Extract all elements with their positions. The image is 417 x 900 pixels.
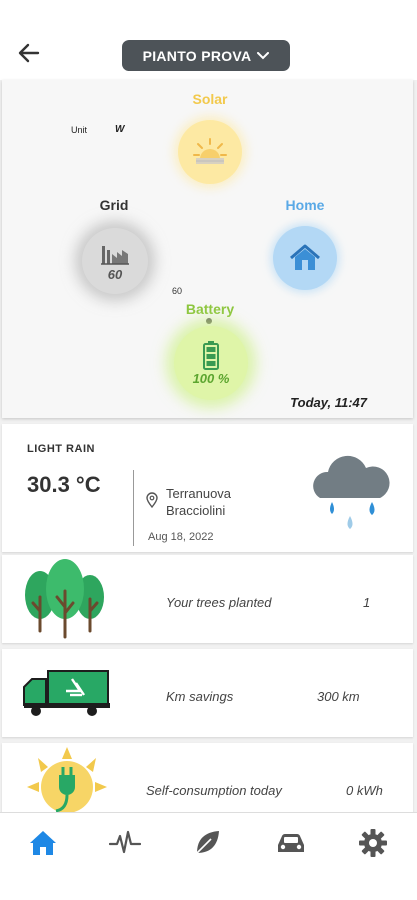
weather-card: LIGHT RAIN 30.3 °C Terranuova Bracciolin… [2, 424, 413, 552]
tab-environment[interactable] [189, 825, 225, 861]
battery-label: Battery [185, 301, 235, 317]
back-arrow-icon[interactable] [14, 38, 44, 68]
unit-value: W [115, 124, 125, 135]
self-consumption-card: Self-consumption today 0 kWh [2, 743, 413, 813]
flow-dot [206, 318, 212, 324]
solar-node[interactable] [178, 120, 242, 184]
km-savings-card: Km savings 300 km [2, 649, 413, 737]
location-pin-icon [146, 492, 158, 508]
battery-node[interactable]: 100 % [174, 326, 248, 400]
grid-flow-value: 60 [172, 286, 183, 296]
bottom-safe-area [0, 872, 417, 900]
unit-label: Unit [71, 125, 88, 135]
solar-plug-icon [27, 747, 107, 813]
plant-selector-dropdown[interactable]: PIANTO PROVA [122, 40, 290, 71]
car-icon [278, 834, 304, 852]
house-icon [290, 244, 320, 270]
leaf-icon [196, 831, 219, 854]
self-consumption-value: 0 kWh [346, 783, 383, 798]
chevron-down-icon [257, 51, 270, 59]
grid-value: 60 [107, 267, 123, 282]
km-savings-label: Km savings [166, 689, 234, 704]
gear-icon [359, 829, 387, 857]
trees-planted-card: Your trees planted 1 [2, 555, 413, 643]
tab-home[interactable] [25, 825, 61, 861]
solar-label: Solar [192, 91, 228, 107]
battery-value: 100 % [192, 371, 230, 386]
pulse-icon [109, 830, 141, 854]
home-icon [30, 831, 56, 855]
trees-icon [25, 559, 104, 639]
energy-flow-panel: Unit W Solar Grid 60 Home 60 Battery 100… [2, 80, 413, 418]
trees-planted-value: 1 [363, 595, 371, 610]
grid-label: Grid [99, 197, 129, 213]
weather-temperature: 30.3 °C [27, 472, 101, 497]
cloud-rain-icon [313, 455, 390, 529]
weather-divider [133, 470, 134, 546]
tab-monitoring[interactable] [107, 825, 143, 861]
recycling-truck-icon [23, 670, 110, 716]
weather-date: Aug 18, 2022 [148, 531, 214, 543]
weather-condition: LIGHT RAIN [27, 443, 95, 455]
self-consumption-label: Self-consumption today [146, 783, 282, 798]
tab-car[interactable] [273, 825, 309, 861]
update-timestamp: Today, 11:47 [290, 395, 367, 410]
app-header: PIANTO PROVA [0, 0, 417, 80]
battery-icon [203, 341, 219, 370]
tab-settings[interactable] [355, 825, 391, 861]
trees-planted-label: Your trees planted [166, 595, 272, 610]
km-savings-value: 300 km [317, 689, 360, 704]
home-node[interactable] [273, 226, 337, 290]
bottom-tab-bar [0, 812, 417, 872]
power-plant-icon [101, 246, 129, 265]
plant-name: PIANTO PROVA [142, 47, 252, 64]
sun-icon [193, 138, 227, 164]
weather-location: Terranuova Bracciolini [166, 486, 232, 518]
grid-node[interactable]: 60 [82, 228, 148, 294]
home-label: Home [285, 197, 325, 213]
